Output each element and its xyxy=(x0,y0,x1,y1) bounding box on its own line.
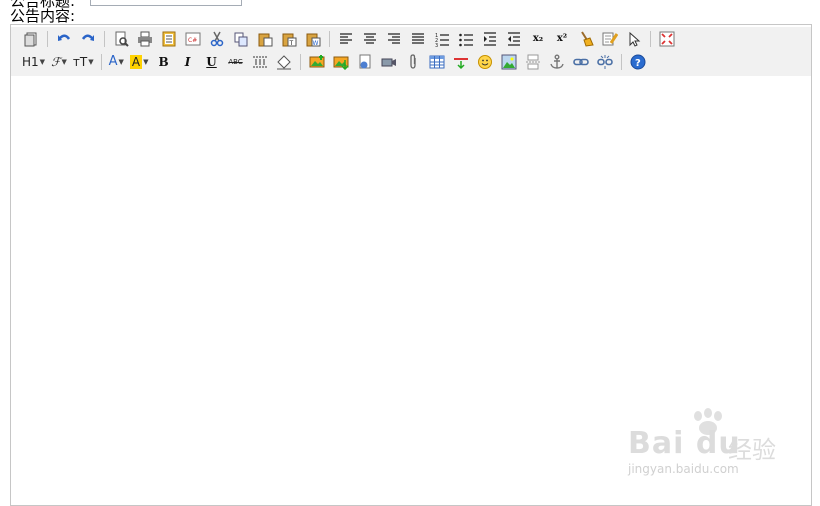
toolbar-separator xyxy=(299,53,301,70)
align-justify-icon[interactable] xyxy=(408,29,428,49)
heading-dropdown[interactable]: H1 ▼ xyxy=(19,52,48,72)
horizontal-rule-icon[interactable] xyxy=(451,52,471,72)
editor-content-area[interactable] xyxy=(11,76,811,505)
superscript-icon[interactable]: x² xyxy=(552,29,572,49)
subscript-icon[interactable]: x₂ xyxy=(528,29,548,49)
content-label: 公告内容: xyxy=(10,7,76,25)
toolbar-separator xyxy=(104,30,105,47)
eraser-icon[interactable] xyxy=(274,52,294,72)
fullscreen-icon[interactable] xyxy=(657,29,677,49)
line-height-icon[interactable] xyxy=(250,52,270,72)
link-icon[interactable] xyxy=(571,52,591,72)
rich-text-editor: C# T W 123 x₂ x² H1 ▼ ℱ ▼ тT ▼ A ▼ A ▼ B… xyxy=(10,24,812,506)
copy-icon[interactable] xyxy=(231,29,251,49)
toolbar-row-1: C# T W 123 x₂ x² xyxy=(11,27,811,50)
strikethrough-button[interactable]: ABC xyxy=(226,52,246,72)
svg-text:W: W xyxy=(313,40,319,47)
redo-icon[interactable] xyxy=(78,29,98,49)
background-color-dropdown[interactable]: A ▼ xyxy=(127,52,152,72)
source-code-icon[interactable]: C# xyxy=(183,29,203,49)
insert-video-icon[interactable] xyxy=(379,52,399,72)
attachment-icon[interactable] xyxy=(403,52,423,72)
toolbar-separator xyxy=(47,30,48,47)
italic-button[interactable]: I xyxy=(178,52,198,72)
toolbar-separator xyxy=(620,53,622,70)
toolbar-row-2: H1 ▼ ℱ ▼ тT ▼ A ▼ A ▼ B I U ABC ? xyxy=(11,50,811,73)
image-gallery-icon[interactable] xyxy=(499,52,519,72)
toolbar-separator xyxy=(100,53,102,70)
print-icon[interactable] xyxy=(135,29,155,49)
title-input[interactable] xyxy=(90,0,242,6)
clear-format-broom-icon[interactable] xyxy=(576,29,596,49)
cut-icon[interactable] xyxy=(207,29,227,49)
paste-icon[interactable] xyxy=(255,29,275,49)
help-icon[interactable]: ? xyxy=(628,52,648,72)
format-painter-icon[interactable] xyxy=(600,29,620,49)
emoticon-icon[interactable] xyxy=(475,52,495,72)
toolbar-separator xyxy=(329,30,330,47)
ordered-list-icon[interactable]: 123 xyxy=(432,29,452,49)
toolbar-separator xyxy=(650,30,651,47)
paste-text-icon[interactable]: T xyxy=(279,29,299,49)
bold-button[interactable]: B xyxy=(154,52,174,72)
underline-button[interactable]: U xyxy=(202,52,222,72)
insert-image-upload-icon[interactable] xyxy=(331,52,351,72)
new-document-icon[interactable] xyxy=(21,29,41,49)
font-family-dropdown[interactable]: ℱ ▼ xyxy=(48,52,70,72)
svg-text:3: 3 xyxy=(435,43,438,47)
svg-text:C#: C# xyxy=(188,37,197,44)
font-size-dropdown[interactable]: тT ▼ xyxy=(70,52,97,72)
page-break-icon[interactable] xyxy=(523,52,543,72)
svg-text:T: T xyxy=(289,40,294,47)
align-center-icon[interactable] xyxy=(360,29,380,49)
insert-image-icon[interactable] xyxy=(307,52,327,72)
anchor-icon[interactable] xyxy=(547,52,567,72)
indent-icon[interactable] xyxy=(480,29,500,49)
font-color-dropdown[interactable]: A ▼ xyxy=(106,52,127,72)
paste-word-icon[interactable]: W xyxy=(303,29,323,49)
editor-toolbar: C# T W 123 x₂ x² H1 ▼ ℱ ▼ тT ▼ A ▼ A ▼ B… xyxy=(11,27,811,78)
align-right-icon[interactable] xyxy=(384,29,404,49)
select-all-cursor-icon[interactable] xyxy=(624,29,644,49)
template-icon[interactable] xyxy=(159,29,179,49)
align-left-icon[interactable] xyxy=(336,29,356,49)
preview-icon[interactable] xyxy=(111,29,131,49)
insert-flash-icon[interactable] xyxy=(355,52,375,72)
outdent-icon[interactable] xyxy=(504,29,524,49)
unordered-list-icon[interactable] xyxy=(456,29,476,49)
unlink-icon[interactable] xyxy=(595,52,615,72)
svg-text:?: ? xyxy=(635,58,641,69)
insert-table-icon[interactable] xyxy=(427,52,447,72)
undo-icon[interactable] xyxy=(54,29,74,49)
